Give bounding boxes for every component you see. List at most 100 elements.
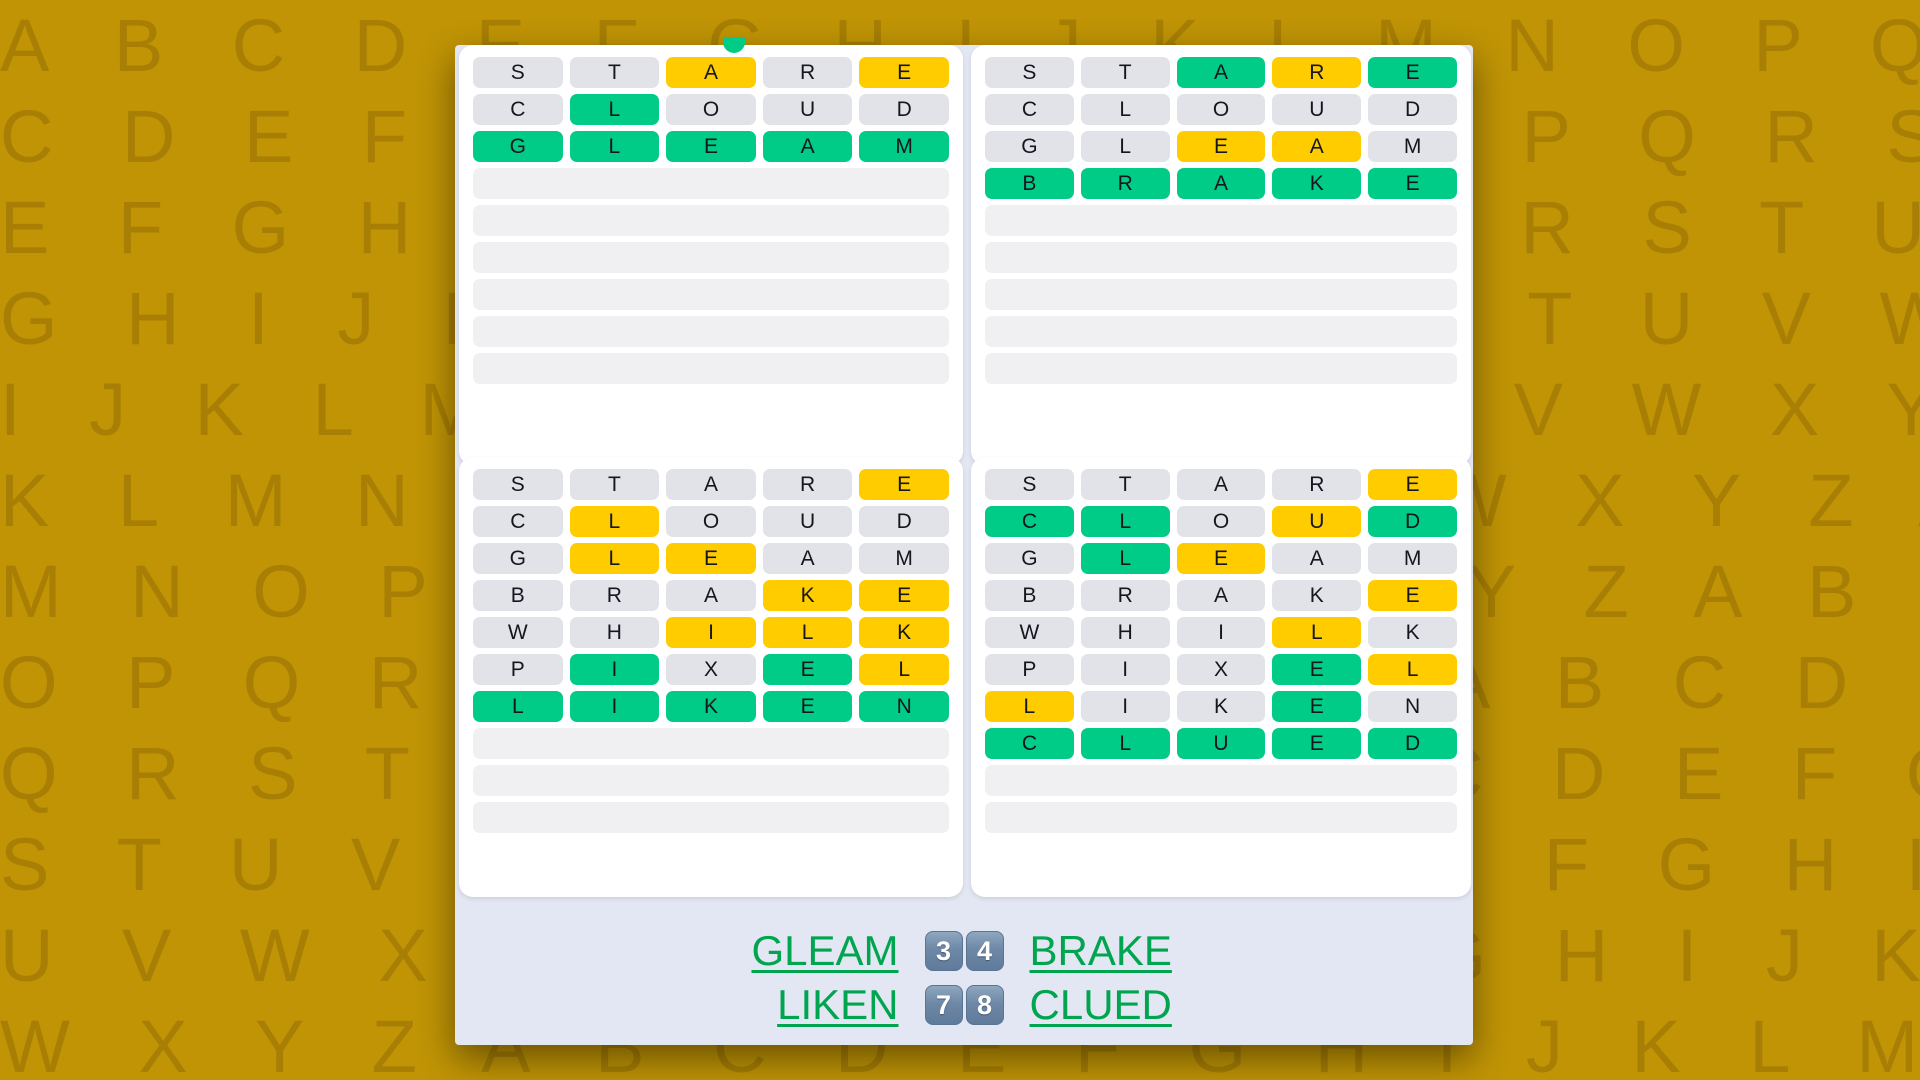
letter-tile: E — [1272, 691, 1362, 722]
letter-tile: E — [859, 580, 949, 611]
guess-row: WHILK — [985, 617, 1457, 648]
answer-word-liken[interactable]: LIKEN — [655, 981, 925, 1029]
letter-tile: T — [569, 57, 660, 88]
letter-tile: A — [1176, 580, 1266, 611]
guess-row: CLOUD — [985, 94, 1457, 125]
letter-tile: X — [666, 654, 756, 685]
letter-tile: L — [985, 691, 1074, 722]
letter-tile: A — [1272, 131, 1362, 162]
letter-tile: L — [762, 617, 853, 648]
letter-tile: U — [762, 94, 853, 125]
empty-guess-row — [985, 205, 1457, 236]
guess-row: BRAKE — [985, 168, 1457, 199]
badge-7: 7 — [924, 985, 963, 1025]
letter-tile: L — [1080, 506, 1170, 537]
empty-guess-row — [985, 802, 1457, 833]
letter-tile: C — [473, 506, 563, 537]
badge-group-2: 7 8 — [924, 985, 1004, 1025]
answer-word-brake[interactable]: BRAKE — [1004, 927, 1274, 975]
letter-tile: B — [985, 580, 1074, 611]
grid-rows-top-right: STARECLOUDGLEAMBRAKE — [985, 57, 1457, 384]
letter-tile: A — [1176, 57, 1266, 88]
letter-tile: G — [985, 543, 1074, 574]
letter-tile: E — [1176, 131, 1266, 162]
letter-tile: I — [569, 654, 660, 685]
letter-tile: E — [762, 654, 853, 685]
letter-tile: O — [1176, 94, 1266, 125]
answer-word-gleam[interactable]: GLEAM — [655, 927, 925, 975]
quordle-grids-area: STARECLOUDGLEAM STARECLOUDGLEAMBRAKE STA… — [455, 45, 1473, 897]
letter-tile: D — [1368, 94, 1457, 125]
letter-tile: G — [473, 131, 563, 162]
guess-row: GLEAM — [985, 131, 1457, 162]
letter-tile: A — [1176, 469, 1266, 500]
letter-tile: G — [473, 543, 563, 574]
letter-tile: C — [985, 506, 1074, 537]
letter-tile: D — [1368, 728, 1457, 759]
empty-guess-row — [473, 802, 949, 833]
letter-tile: R — [762, 469, 853, 500]
letter-tile: A — [666, 469, 756, 500]
answer-word-clued[interactable]: CLUED — [1004, 981, 1274, 1029]
guess-row: CLOUD — [473, 94, 949, 125]
guess-row: GLEAM — [985, 543, 1457, 574]
letter-tile: S — [473, 469, 563, 500]
guess-row: STARE — [473, 469, 949, 500]
answer-line-1: GLEAM 3 4 BRAKE — [455, 927, 1473, 975]
letter-tile: R — [1272, 469, 1362, 500]
letter-tile: X — [1176, 654, 1266, 685]
letter-tile: R — [569, 580, 660, 611]
letter-tile: K — [859, 617, 949, 648]
empty-guess-row — [985, 242, 1457, 273]
letter-tile: H — [569, 617, 660, 648]
letter-tile: U — [1272, 506, 1362, 537]
guess-row: STARE — [985, 57, 1457, 88]
letter-tile: L — [1080, 94, 1170, 125]
grid-panel-bottom-left: STARECLOUDGLEAMBRAKEWHILKPIXELLIKEN — [459, 457, 963, 897]
letter-tile: L — [1080, 728, 1170, 759]
letter-tile: E — [666, 131, 756, 162]
letter-tile: E — [1368, 469, 1457, 500]
letter-tile: M — [1368, 131, 1457, 162]
grid-rows-bottom-right: STARECLOUDGLEAMBRAKEWHILKPIXELLIKENCLUED — [985, 469, 1457, 833]
letter-tile: G — [985, 131, 1074, 162]
letter-tile: E — [1368, 168, 1457, 199]
empty-guess-row — [473, 242, 949, 273]
letter-tile: U — [1272, 94, 1362, 125]
letter-tile: I — [1080, 691, 1170, 722]
guess-row: GLEAM — [473, 131, 949, 162]
letter-tile: A — [666, 580, 756, 611]
letter-tile: H — [1080, 617, 1170, 648]
letter-tile: R — [762, 57, 853, 88]
guess-row: PIXEL — [473, 654, 949, 685]
grid-panel-top-left: STARE CLOUD GLEAM — [459, 45, 963, 465]
grid-panel-bottom-right: STARECLOUDGLEAMBRAKEWHILKPIXELLIKENCLUED — [971, 457, 1471, 897]
letter-tile: K — [666, 691, 756, 722]
badge-8: 8 — [965, 985, 1004, 1025]
letter-tile: E — [762, 691, 853, 722]
empty-guess-row — [473, 765, 949, 796]
letter-tile: A — [762, 543, 853, 574]
letter-tile: R — [1080, 580, 1170, 611]
letter-tile: C — [985, 94, 1074, 125]
letter-tile: B — [985, 168, 1074, 199]
guess-row: LIKEN — [985, 691, 1457, 722]
letter-tile: P — [473, 654, 563, 685]
letter-tile: L — [569, 543, 660, 574]
letter-tile: L — [569, 506, 660, 537]
guess-row: LIKEN — [473, 691, 949, 722]
guess-row: CLUED — [985, 728, 1457, 759]
letter-tile: E — [1272, 654, 1362, 685]
guess-row: STARE — [473, 57, 949, 88]
guess-row: CLOUD — [985, 506, 1457, 537]
letter-tile: D — [1368, 506, 1457, 537]
letter-tile: T — [1080, 57, 1170, 88]
badge-3: 3 — [924, 931, 963, 971]
empty-guess-row — [985, 353, 1457, 384]
empty-guess-row — [473, 205, 949, 236]
letter-tile: E — [1368, 580, 1457, 611]
letter-tile: M — [859, 543, 949, 574]
letter-tile: S — [985, 57, 1074, 88]
empty-guess-row — [473, 728, 949, 759]
letter-tile: L — [1368, 654, 1457, 685]
